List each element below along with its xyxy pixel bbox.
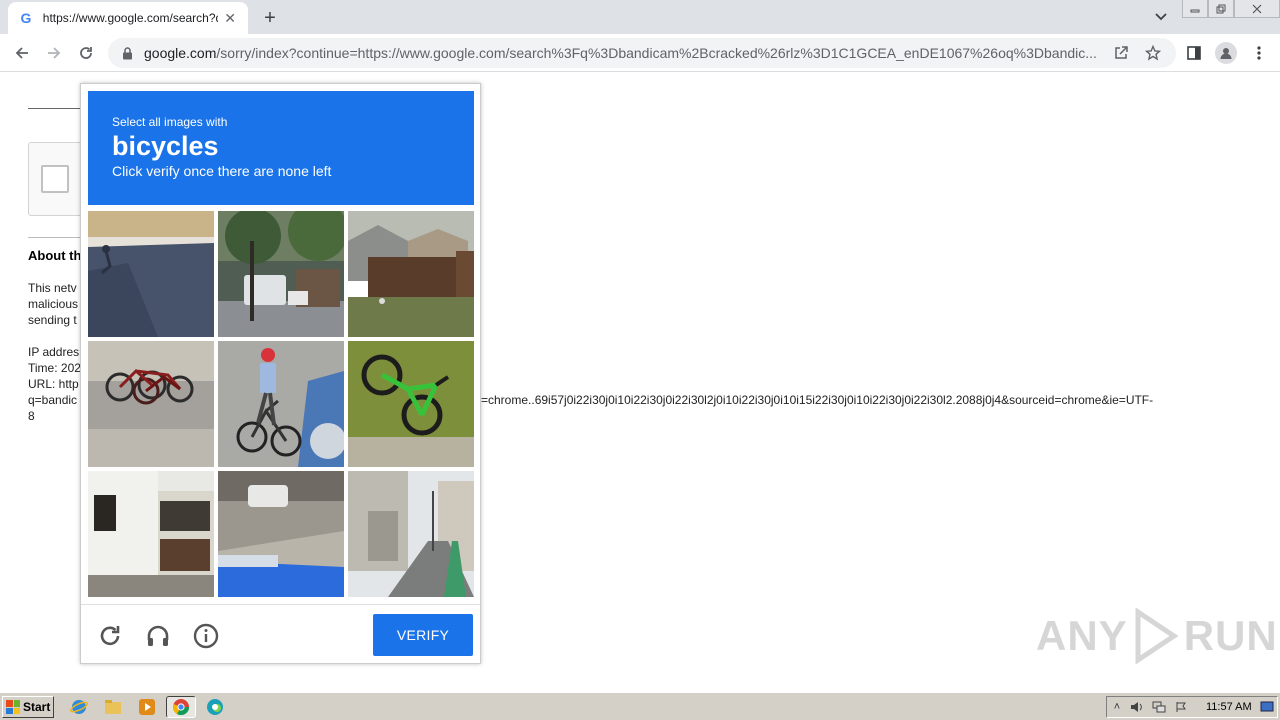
image-tile-7[interactable] [88, 471, 214, 597]
url-line: URL: http [28, 377, 79, 391]
close-window-button[interactable] [1234, 0, 1280, 18]
image-tile-6[interactable] [348, 341, 474, 467]
bookmark-star-icon[interactable] [1144, 44, 1162, 62]
info-help-icon[interactable] [193, 623, 219, 649]
restore-button[interactable] [1208, 0, 1234, 18]
browser-tab[interactable]: G https://www.google.com/search?q= ✕ [8, 2, 248, 34]
new-tab-button[interactable]: + [258, 6, 282, 30]
tab-strip: G https://www.google.com/search?q= ✕ + [0, 0, 1280, 34]
recaptcha-anchor [28, 142, 88, 216]
divider [28, 237, 80, 238]
network-icon[interactable] [1151, 700, 1167, 714]
recaptcha-checkbox[interactable] [41, 165, 69, 193]
url-host: google.com [144, 45, 217, 61]
windows-flag-icon [6, 700, 20, 714]
watermark-right: RUN [1183, 612, 1278, 659]
tab-title: https://www.google.com/search?q= [42, 11, 219, 25]
time-line: Time: 202 [28, 361, 81, 375]
challenge-footer: VERIFY [81, 604, 480, 664]
ip-address-line: IP addres [28, 345, 80, 359]
about-heading: About th [28, 248, 82, 263]
internet-explorer-icon[interactable] [70, 698, 88, 716]
tab-search-chevron-icon[interactable] [1152, 8, 1170, 26]
google-favicon-icon: G [20, 10, 32, 26]
url-line-cont: q=bandic [28, 393, 78, 407]
edge-icon[interactable] [206, 698, 224, 716]
anyrun-watermark: ANY RUN [1036, 608, 1278, 664]
url-tail-end: 8 [28, 409, 35, 423]
play-logo-icon [1135, 608, 1178, 664]
system-tray: ˄ 11:57 AM [1106, 696, 1278, 718]
audio-challenge-headphones-icon[interactable] [145, 623, 171, 649]
tab-close-icon[interactable]: ✕ [222, 10, 238, 26]
verify-button[interactable]: VERIFY [373, 614, 473, 656]
back-arrow-icon[interactable] [10, 41, 34, 65]
lock-icon[interactable] [120, 46, 134, 60]
start-label: Start [23, 700, 51, 714]
start-button[interactable]: Start [2, 696, 54, 718]
minimize-button[interactable] [1182, 0, 1208, 18]
image-tile-3[interactable] [348, 211, 474, 337]
profile-avatar-icon[interactable] [1215, 42, 1237, 64]
forward-arrow-icon[interactable] [42, 41, 66, 65]
address-bar[interactable]: google.com/sorry/index?continue=https://… [108, 38, 1176, 68]
image-grid [88, 211, 474, 597]
reload-challenge-icon[interactable] [97, 623, 123, 649]
image-tile-2[interactable] [218, 211, 344, 337]
watermark-left: ANY [1036, 612, 1128, 659]
image-tile-8[interactable] [218, 471, 344, 597]
image-tile-5[interactable] [218, 341, 344, 467]
divider [28, 108, 80, 109]
volume-icon[interactable] [1129, 700, 1145, 714]
info-text-line: This netv [28, 281, 77, 295]
url-text: google.com/sorry/index?continue=https://… [144, 45, 1104, 61]
chrome-taskbar-button[interactable] [166, 696, 196, 718]
recaptcha-challenge: Select all images with bicycles Click ve… [80, 83, 481, 664]
url-tail: =chrome..69i57j0i22i30j0i10i22i30j0i22i3… [481, 393, 1154, 407]
info-text-line: sending t [28, 313, 77, 327]
share-icon[interactable] [1112, 44, 1130, 62]
menu-kebab-icon[interactable] [1248, 42, 1270, 64]
windows-taskbar: Start ˄ 11:57 AM [0, 692, 1280, 720]
browser-toolbar: google.com/sorry/index?continue=https://… [0, 34, 1280, 72]
window-controls [1182, 0, 1280, 18]
image-tile-4[interactable] [88, 341, 214, 467]
info-text-line: malicious [28, 297, 79, 311]
image-tile-9[interactable] [348, 471, 474, 597]
file-explorer-icon[interactable] [104, 698, 122, 716]
instruction-line: Select all images with [112, 115, 228, 129]
instruction-line: Click verify once there are none left [112, 163, 332, 179]
image-tile-1[interactable] [88, 211, 214, 337]
reload-icon[interactable] [74, 41, 98, 65]
challenge-header: Select all images with bicycles Click ve… [88, 91, 474, 205]
url-path: /sorry/index?continue=https://www.google… [216, 45, 1097, 61]
clock: 11:57 AM [1206, 701, 1252, 713]
show-hidden-icons-icon[interactable]: ˄ [1109, 700, 1125, 714]
show-desktop-icon[interactable] [1259, 700, 1275, 714]
action-center-flag-icon[interactable] [1173, 700, 1189, 714]
media-player-icon[interactable] [138, 698, 156, 716]
side-panel-icon[interactable] [1183, 42, 1205, 64]
target-object: bicycles [112, 131, 219, 161]
